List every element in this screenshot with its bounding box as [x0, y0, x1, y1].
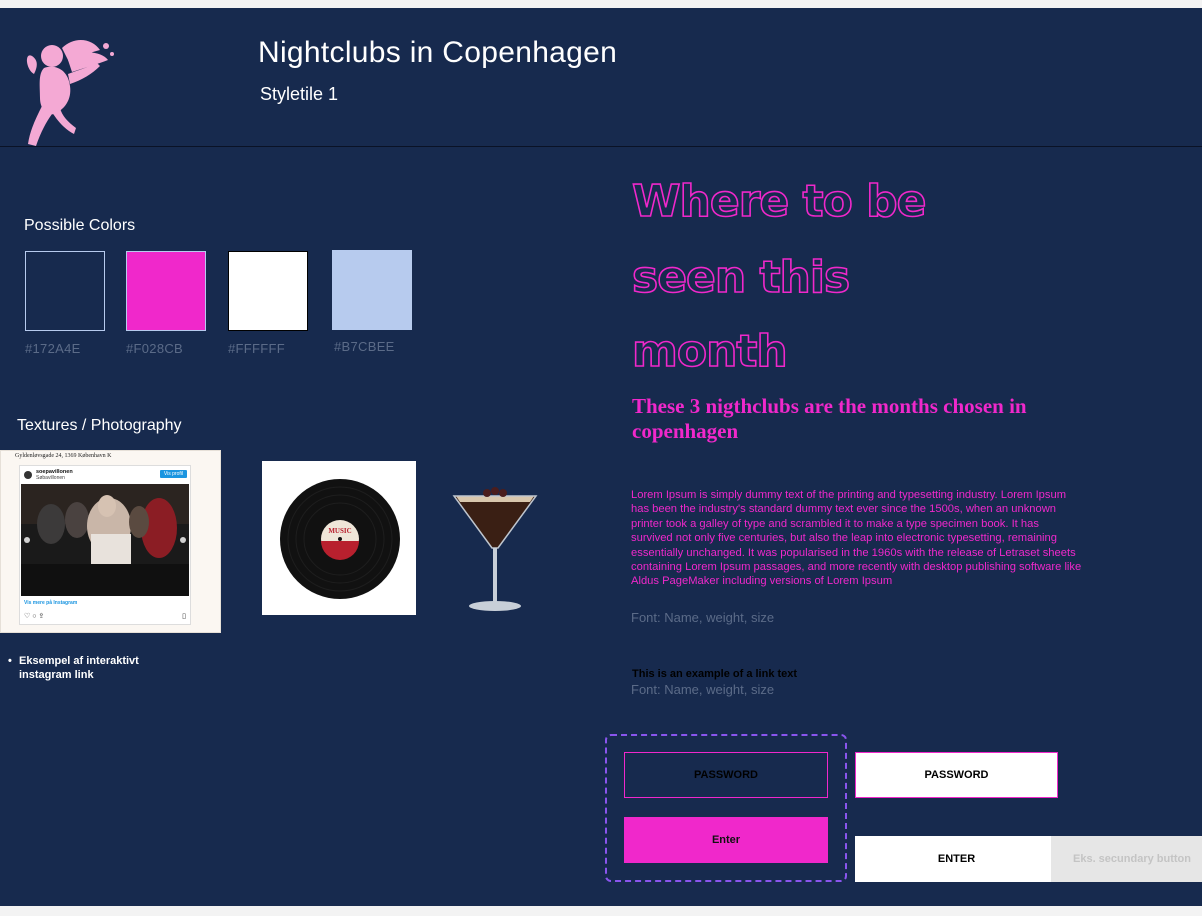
share-icon[interactable]: ⇪ — [38, 613, 44, 620]
instagram-card[interactable]: soepavillonen Søbavillonen Vis profil Vi… — [19, 465, 191, 625]
swatch-white — [228, 251, 308, 331]
kicker-heading: These 3 nigthclubs are the months chosen… — [632, 394, 1027, 443]
svg-text:seen this: seen this — [632, 252, 849, 303]
enter-button-white[interactable]: ENTER — [855, 836, 1058, 882]
page-subtitle: Styletile 1 — [260, 84, 339, 104]
textures-heading: Textures / Photography — [17, 417, 182, 434]
bookmark-icon[interactable]: ▯ — [182, 612, 186, 620]
password-input-dark[interactable]: PASSWORD — [624, 752, 828, 798]
instagram-actions: ♡ ○ ⇪ — [24, 612, 44, 620]
styletile-frame: Nightclubs in Copenhagen Styletile 1 Pos… — [0, 8, 1202, 906]
instagram-user-subtitle: Søbavillonen — [36, 475, 65, 481]
heart-icon[interactable]: ♡ — [24, 613, 30, 620]
headline-line-3: month — [632, 325, 789, 378]
swatch-lightblue — [332, 250, 412, 330]
swatch-label-navy: #172A4E — [25, 341, 81, 356]
secondary-button[interactable]: Eks. secundary button — [1051, 836, 1202, 882]
comment-icon[interactable]: ○ — [32, 613, 36, 620]
instagram-more-link[interactable]: Vis mere på Instagram — [24, 600, 77, 606]
swatch-pink — [126, 251, 206, 331]
venue-address: Gyldenløvsgade 24, 1369 København K — [15, 453, 112, 459]
avatar — [24, 471, 32, 479]
password-input-light[interactable]: PASSWORD — [855, 752, 1058, 798]
swatch-navy — [25, 251, 105, 331]
vinyl-record-icon: MUSIC — [280, 479, 400, 599]
headline-line-1: Where to be — [632, 175, 927, 228]
instagram-embed[interactable]: Gyldenløvsgade 24, 1369 København K soep… — [0, 450, 221, 633]
cocktail-glass-image — [452, 487, 538, 611]
font-note-link: Font: Name, weight, size — [631, 682, 775, 697]
vinyl-label-text: MUSIC — [328, 527, 351, 535]
font-note-body: Font: Name, weight, size — [631, 610, 775, 625]
instagram-photo[interactable] — [21, 484, 189, 596]
cherub-logo — [26, 39, 114, 146]
example-link[interactable]: This is an example of a link text — [632, 668, 797, 680]
page-title: Nightclubs in Copenhagen — [258, 36, 618, 69]
swatch-label-white: #FFFFFF — [228, 341, 285, 356]
enter-button-pink[interactable]: Enter — [624, 817, 828, 863]
svg-text:Where to be: Where to be — [632, 176, 925, 227]
svg-text:month: month — [632, 326, 787, 377]
colors-heading: Possible Colors — [24, 217, 136, 234]
headline-line-2: seen this — [632, 251, 851, 304]
header-divider — [0, 146, 1202, 147]
vinyl-image: MUSIC — [262, 461, 416, 615]
swatch-label-pink: #F028CB — [126, 341, 184, 356]
swatch-label-lightblue: #B7CBEE — [334, 339, 395, 354]
view-profile-button[interactable]: Vis profil — [159, 470, 187, 478]
body-paragraph: Lorem Ipsum is simply dummy text of the … — [631, 489, 1082, 588]
